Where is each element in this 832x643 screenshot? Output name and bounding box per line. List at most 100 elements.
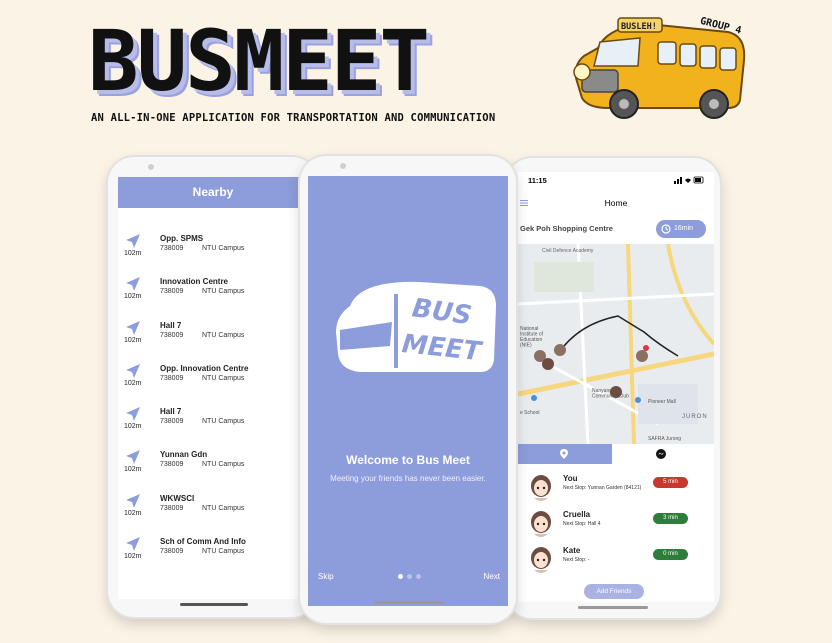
stop-campus: NTU Campus [202, 331, 245, 339]
friend-row[interactable]: You Next Stop: Yunnan Garden (84121) 5 min [518, 472, 714, 506]
stop-code: 738009 [160, 418, 184, 426]
friend-name: You [563, 474, 578, 483]
friend-row[interactable]: Cruella Next Stop: Hall 4 3 min [518, 508, 714, 542]
phone-welcome: BUS MEET Welcome to Bus Meet Meeting you… [300, 156, 516, 623]
list-item[interactable]: 102m Opp. Innovation Centre 738009 NTU Camp… [118, 362, 308, 405]
status-bar: 11:15 [518, 172, 714, 188]
stop-campus: NTU Campus [202, 461, 245, 469]
app-subtitle: AN ALL-IN-ONE APPLICATION FOR TRANSPORTA… [91, 112, 496, 124]
stop-name: Hall 7 [160, 320, 182, 330]
navigation-arrow-icon [126, 363, 140, 378]
status-time: 11:15 [528, 176, 547, 185]
stop-code: 738009 [160, 374, 184, 382]
navigation-arrow-icon [126, 407, 140, 422]
stop-distance: 102m [124, 250, 142, 257]
stop-code: 738009 [160, 548, 184, 556]
stop-campus: NTU Campus [202, 548, 245, 556]
stop-distance: 102m [124, 336, 142, 344]
friend-next-stop: Next Stop: Hall 4 [563, 521, 601, 527]
tab-location[interactable] [518, 444, 612, 464]
page-indicator [398, 574, 421, 579]
map-view[interactable]: Civil Defence Academy National Institute … [518, 244, 714, 444]
navigation-arrow-icon [126, 537, 140, 552]
navigation-arrow-icon [126, 234, 140, 248]
camera-dot [340, 163, 346, 169]
stop-distance: 102m [124, 466, 142, 474]
list-item[interactable]: 102m WKWSCI 738009 NTU Campus [118, 492, 308, 535]
friend-name: Kate [563, 546, 581, 555]
stop-name: Opp. Innovation Centre [160, 363, 249, 373]
friend-next-stop: Next Stop: Yunnan Garden (84121) [563, 485, 642, 491]
stop-name: Hall 7 [160, 407, 182, 417]
friend-row[interactable]: Kate Next Stop: - 0 min [518, 544, 714, 578]
busmeet-logo: BUS MEET [336, 281, 496, 372]
home-indicator[interactable] [374, 601, 444, 604]
eta-pill[interactable]: 16min [656, 220, 706, 238]
stop-code: 738009 [160, 461, 184, 469]
stop-campus: NTU Campus [202, 374, 245, 382]
nearby-screen: Nearby 102m Opp. SPMS 738009 NTU Campus 102m… [118, 177, 308, 599]
nearby-list: 102m Opp. SPMS 738009 NTU Campus 102m Innovat… [118, 208, 308, 578]
home-indicator[interactable] [578, 606, 648, 609]
tab-messenger[interactable] [612, 444, 714, 464]
navigation-arrow-icon [126, 450, 140, 465]
stop-campus: NTU Campus [202, 504, 245, 512]
home-indicator[interactable] [180, 603, 248, 606]
list-item[interactable]: 102m Sch of Comm And Info 738009 NTU Campus [118, 535, 308, 578]
school-bus-logo: GROUP 4 BUSLEH! [573, 16, 746, 119]
stop-name: Sch of Comm And Info [160, 537, 246, 547]
stop-name: Opp. SPMS [160, 234, 204, 243]
stop-distance: 102m [124, 379, 142, 387]
stop-code: 738009 [160, 288, 184, 296]
list-item[interactable]: 102m Hall 7 738009 NTU Campus [118, 405, 308, 448]
friend-next-stop: Next Stop: - [563, 557, 590, 563]
eta-value: 16min [674, 225, 694, 232]
stop-name: Yunnan Gdn [160, 450, 208, 460]
stop-campus: NTU Campus [202, 245, 245, 252]
phone-nearby: Nearby 102m Opp. SPMS 738009 NTU Campus 102m… [108, 157, 318, 617]
list-item[interactable]: 102m Innovation Centre 738009 NTU Campus [118, 275, 308, 318]
next-button[interactable]: Next [484, 572, 500, 581]
skip-button[interactable]: Skip [318, 572, 334, 581]
stop-campus: NTU Campus [202, 288, 245, 296]
stop-distance: 102m [124, 553, 142, 561]
friend-name: Cruella [563, 510, 591, 519]
map-label-school: e School [520, 410, 539, 416]
map-label-academy: Civil Defence Academy [542, 248, 594, 254]
camera-dot [148, 164, 154, 170]
stop-distance: 102m [124, 423, 142, 431]
stop-code: 738009 [160, 245, 184, 252]
friend-eta-badge: 5 min [653, 477, 688, 488]
map-label-jurong: JURON [682, 414, 708, 420]
add-friends-button[interactable]: Add Friends [584, 584, 644, 599]
navigation-arrow-icon [126, 493, 140, 508]
messenger-icon [656, 449, 666, 459]
bottom-tabs [518, 444, 714, 464]
page-dot[interactable] [398, 574, 403, 579]
stop-code: 738009 [160, 504, 184, 512]
nearby-header: Nearby [118, 177, 308, 208]
stop-name: Innovation Centre [160, 277, 229, 287]
stop-distance: 102m [124, 509, 142, 517]
list-item[interactable]: 102m Opp. SPMS 738009 NTU Campus [118, 232, 308, 275]
signal-wifi-battery-icon [674, 176, 704, 184]
phone-home: 11:15 Home Gek Poh Shopping Centre 16min [506, 158, 720, 618]
navigation-arrow-icon [126, 320, 140, 335]
home-screen: 11:15 Home Gek Poh Shopping Centre 16min [518, 172, 714, 602]
avatar [531, 511, 551, 537]
list-item[interactable]: 102m Yunnan Gdn 738009 NTU Campus [118, 448, 308, 491]
friend-eta-badge: 0 min [653, 549, 688, 560]
page-dot[interactable] [416, 574, 421, 579]
status-icons [674, 176, 704, 186]
location-pin-icon [560, 449, 568, 459]
map-label-safra: SAFRA Jurong [648, 436, 681, 442]
stop-distance: 102m [124, 293, 142, 301]
friend-eta-badge: 3 min [653, 513, 688, 524]
page-dot[interactable] [407, 574, 412, 579]
stop-campus: NTU Campus [202, 418, 245, 426]
list-item[interactable]: 102m Hall 7 738009 NTU Campus [118, 319, 308, 362]
welcome-tagline: Meeting your friends has never been easi… [330, 474, 486, 483]
welcome-title: Welcome to Bus Meet [346, 453, 470, 467]
avatar [531, 475, 551, 501]
map-label-mall: Pioneer Mall [648, 399, 676, 405]
